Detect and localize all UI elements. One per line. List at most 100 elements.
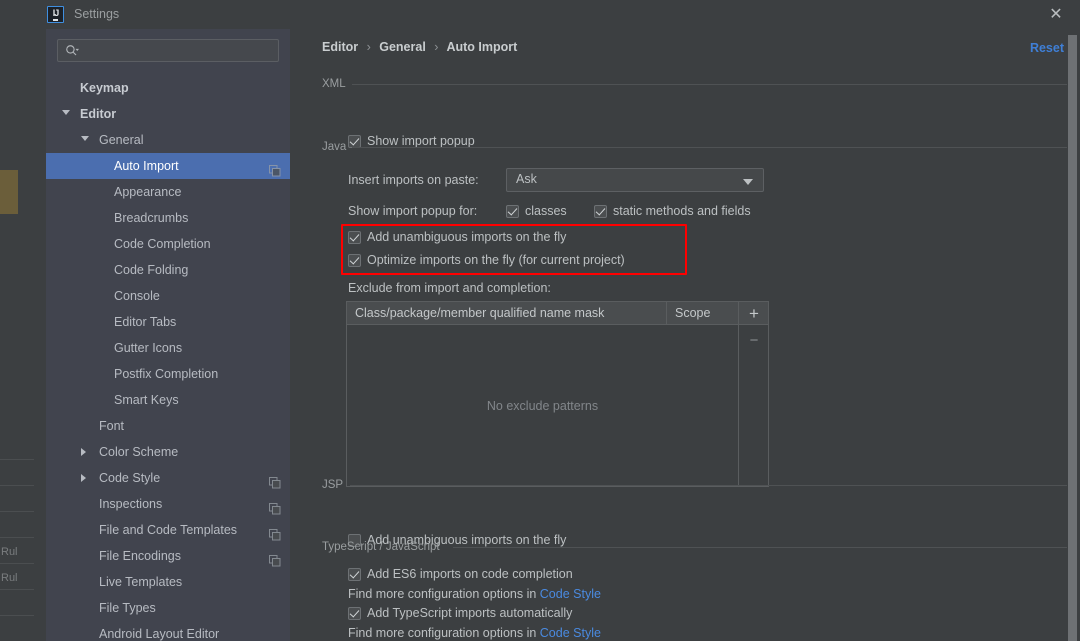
- breadcrumb-part-editor[interactable]: Editor: [322, 40, 358, 54]
- sidebar-item-color-scheme[interactable]: Color Scheme: [46, 439, 290, 465]
- sidebar-item-gutter-icons[interactable]: Gutter Icons: [46, 335, 290, 361]
- checkbox-es6-imports[interactable]: [348, 568, 361, 581]
- background-highlight-bar: [0, 170, 18, 214]
- sidebar-item-file-encodings[interactable]: File Encodings: [46, 543, 290, 569]
- sidebar-item-label: Console: [114, 289, 160, 303]
- settings-dialog: IJ Settings ✕ Keymap Editor General Auto Im…: [34, 0, 1080, 641]
- label-insert-imports-on-paste: Insert imports on paste:: [348, 173, 479, 187]
- section-title-jsp: JSP: [322, 479, 344, 491]
- sidebar-item-font[interactable]: Font: [46, 413, 290, 439]
- sidebar-item-label: Keymap: [80, 81, 129, 95]
- label-java-optimize-imports: Optimize imports on the fly (for current…: [367, 253, 625, 267]
- label-show-import-popup-for: Show import popup for:: [348, 204, 478, 218]
- intellij-idea-icon: IJ: [47, 6, 64, 23]
- section-title-xml: XML: [322, 78, 346, 90]
- project-scope-icon: [269, 498, 281, 515]
- reset-link[interactable]: Reset: [1030, 41, 1064, 55]
- checkbox-row-java-static-methods[interactable]: static methods and fields: [594, 204, 751, 218]
- section-title-typescript-javascript: TypeScript / JavaScript: [322, 541, 440, 553]
- chevron-down-icon[interactable]: [62, 110, 70, 115]
- chevron-down-icon: [743, 179, 753, 185]
- sidebar-item-label: Postfix Completion: [114, 367, 219, 381]
- sidebar-item-label: File Encodings: [99, 549, 181, 563]
- sidebar-item-label: Auto Import: [114, 159, 179, 173]
- insert-imports-on-paste-select[interactable]: Ask: [506, 168, 764, 192]
- dialog-titlebar: IJ Settings ✕: [34, 0, 1080, 29]
- sidebar-item-file-and-code-templates[interactable]: File and Code Templates: [46, 517, 290, 543]
- search-input[interactable]: [57, 39, 279, 62]
- checkbox-row-java-classes[interactable]: classes: [506, 204, 567, 218]
- checkbox-java-classes[interactable]: [506, 205, 519, 218]
- sidebar-item-label: Appearance: [114, 185, 182, 199]
- exclude-table-toolbar: + −: [738, 302, 768, 486]
- checkbox-java-add-unambiguous[interactable]: [348, 231, 361, 244]
- add-exclude-pattern-button[interactable]: +: [739, 302, 769, 325]
- sidebar-item-console[interactable]: Console: [46, 283, 290, 309]
- exclude-table-col-1[interactable]: Scope: [667, 302, 738, 324]
- link-code-style-es6[interactable]: Code Style: [540, 587, 601, 601]
- checkbox-row-es6-imports[interactable]: Add ES6 imports on code completion: [348, 567, 573, 581]
- sidebar-item-postfix-completion[interactable]: Postfix Completion: [46, 361, 290, 387]
- checkbox-java-optimize-imports[interactable]: [348, 254, 361, 267]
- section-rule-xml: [352, 84, 1067, 85]
- remove-exclude-pattern-button[interactable]: −: [739, 329, 769, 352]
- insert-imports-on-paste-value: Ask: [516, 172, 537, 186]
- sidebar-item-editor-tabs[interactable]: Editor Tabs: [46, 309, 290, 335]
- chevron-down-icon[interactable]: [81, 136, 89, 141]
- dialog-title: Settings: [74, 7, 120, 21]
- sidebar-item-editor[interactable]: Editor: [46, 101, 290, 127]
- sidebar-item-smart-keys[interactable]: Smart Keys: [46, 387, 290, 413]
- project-scope-icon: [269, 160, 281, 177]
- settings-tree: Keymap Editor General Auto Import Appearance…: [46, 75, 290, 641]
- hint-typescript-code-style: Find more configuration options in Code …: [348, 626, 601, 640]
- sidebar-item-label: Smart Keys: [114, 393, 179, 407]
- label-es6-imports: Add ES6 imports on code completion: [367, 567, 573, 581]
- sidebar-item-label: Code Folding: [114, 263, 189, 277]
- breadcrumb-separator-2: ›: [434, 40, 439, 54]
- background-text-1: Rul: [1, 546, 18, 558]
- chevron-right-icon[interactable]: [81, 474, 86, 482]
- sidebar-item-code-style[interactable]: Code Style: [46, 465, 290, 491]
- sidebar-item-code-completion[interactable]: Code Completion: [46, 231, 290, 257]
- sidebar-item-inspections[interactable]: Inspections: [46, 491, 290, 517]
- link-code-style-ts[interactable]: Code Style: [540, 626, 601, 640]
- label-java-add-unambiguous: Add unambiguous imports on the fly: [367, 230, 567, 244]
- sidebar-item-label: Breadcrumbs: [114, 211, 189, 225]
- exclude-table-empty-text: No exclude patterns: [486, 398, 599, 413]
- checkbox-row-java-add-unambiguous[interactable]: Add unambiguous imports on the fly: [348, 230, 566, 244]
- background-text-2: Rul: [1, 572, 18, 584]
- sidebar-item-live-templates[interactable]: Live Templates: [46, 569, 290, 595]
- sidebar-item-code-folding[interactable]: Code Folding: [46, 257, 290, 283]
- close-icon[interactable]: ✕: [1042, 4, 1070, 26]
- project-scope-icon: [269, 472, 281, 489]
- section-rule-java: [352, 147, 1067, 148]
- sidebar-item-breadcrumbs[interactable]: Breadcrumbs: [46, 205, 290, 231]
- sidebar-item-android-layout-editor[interactable]: Android Layout Editor: [46, 621, 290, 641]
- sidebar-item-label: File Types: [99, 601, 156, 615]
- sidebar-item-general[interactable]: General: [46, 127, 290, 153]
- sidebar-item-label: File and Code Templates: [99, 523, 238, 537]
- sidebar-item-label: General: [99, 133, 144, 147]
- checkbox-row-xml-show-import-popup[interactable]: Show import popup: [348, 134, 475, 148]
- sidebar-item-label: Editor Tabs: [114, 315, 177, 329]
- checkbox-row-java-optimize-imports[interactable]: Optimize imports on the fly (for current…: [348, 253, 625, 267]
- sidebar-item-auto-import[interactable]: Auto Import: [46, 153, 290, 179]
- sidebar-item-label: Editor: [80, 107, 117, 121]
- breadcrumb: Editor › General › Auto Import: [322, 40, 517, 54]
- settings-sidebar: Keymap Editor General Auto Import Appearance…: [46, 29, 324, 641]
- hint-es6-prefix: Find more configuration options in: [348, 587, 540, 601]
- breadcrumb-part-general[interactable]: General: [379, 40, 426, 54]
- checkbox-typescript-auto-imports[interactable]: [348, 607, 361, 620]
- chevron-right-icon[interactable]: [81, 448, 86, 456]
- section-title-java: Java: [322, 141, 347, 153]
- sidebar-item-file-types[interactable]: File Types: [46, 595, 290, 621]
- sidebar-item-appearance[interactable]: Appearance: [46, 179, 290, 205]
- label-xml-show-import-popup: Show import popup: [367, 134, 475, 148]
- checkbox-row-typescript-auto-imports[interactable]: Add TypeScript imports automatically: [348, 606, 572, 620]
- sidebar-item-keymap[interactable]: Keymap: [46, 75, 290, 101]
- section-rule-typescript-javascript: [453, 547, 1067, 548]
- content-scrollbar[interactable]: [1068, 35, 1077, 641]
- exclude-table-col-0[interactable]: Class/package/member qualified name mask: [347, 302, 666, 324]
- checkbox-java-static-methods[interactable]: [594, 205, 607, 218]
- search-icon: [66, 45, 79, 56]
